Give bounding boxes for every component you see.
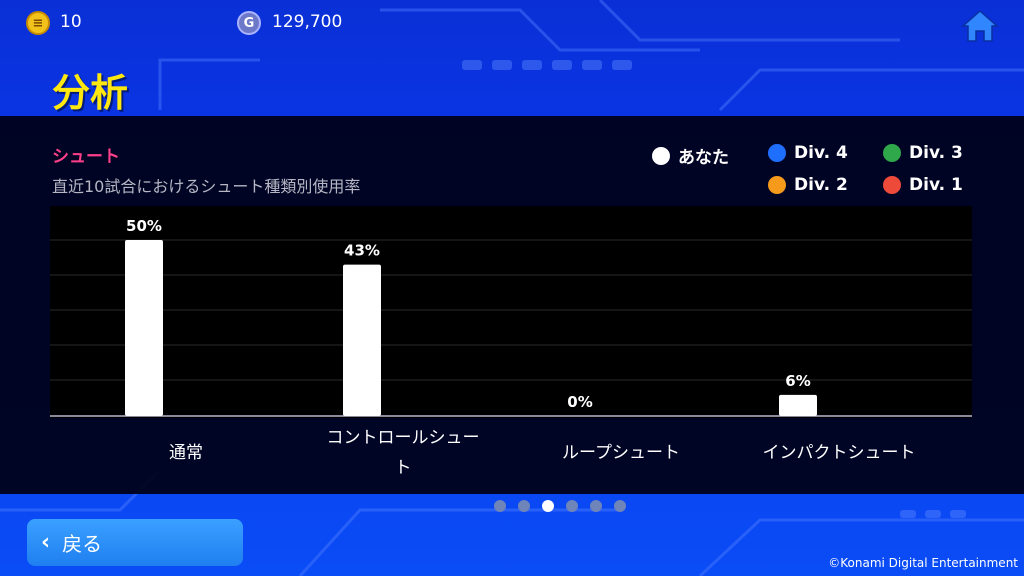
coin-count: 10 (60, 12, 82, 32)
pagination-dot[interactable] (566, 500, 578, 512)
section-subtitle: 直近10試合におけるシュート種類別使用率 (52, 177, 361, 196)
legend-item-div1: Div. 1 (883, 175, 963, 195)
pagination-dot[interactable] (614, 500, 626, 512)
chevron-left-icon: ‹ (41, 530, 51, 555)
pagination-dot[interactable] (542, 500, 554, 512)
bar-value-label: 50% (126, 217, 162, 235)
category-label: 通常 (169, 443, 203, 463)
bar (779, 394, 817, 416)
bar-value-label: 43% (344, 242, 380, 260)
section-title: シュート (52, 147, 120, 167)
bar-value-label: 6% (785, 372, 810, 390)
bar (343, 264, 381, 416)
legend-dot (883, 176, 901, 194)
bar-chart-svg: 50% 43% 0% 6% (50, 217, 972, 417)
legend-label: Div. 3 (909, 143, 963, 163)
back-button-label: 戻る (62, 532, 103, 556)
legend-label: Div. 4 (794, 143, 848, 163)
home-icon[interactable] (960, 8, 1000, 44)
category-label: ループシュート (562, 443, 680, 463)
yellow-coin-icon: ≡ (26, 11, 50, 35)
bar-value-label: 0% (567, 393, 592, 411)
bar-chart: 50% 43% 0% 6% (50, 206, 972, 418)
page-title: 分析 (52, 71, 129, 115)
legend-label: Div. 2 (794, 175, 848, 195)
legend-dot (652, 146, 670, 165)
legend-item-div4: Div. 4 (768, 143, 848, 163)
back-button[interactable]: ‹ 戻る (27, 519, 243, 566)
pagination-dot[interactable] (518, 500, 530, 512)
category-label: インパクトシュート (762, 443, 916, 463)
gold-count: 129,700 (272, 12, 343, 32)
pagination-dots (494, 500, 626, 512)
legend-dot (883, 144, 901, 162)
legend-label: Div. 1 (909, 175, 963, 195)
legend-dot (768, 144, 786, 162)
legend-label: あなた (678, 148, 729, 168)
bar (125, 240, 163, 416)
legend-item-div3: Div. 3 (883, 143, 963, 163)
pagination-dot[interactable] (590, 500, 602, 512)
pagination-dot[interactable] (494, 500, 506, 512)
legend-item-you: あなた (652, 143, 729, 168)
legend-item-div2: Div. 2 (768, 175, 848, 195)
copyright: ©Konami Digital Entertainment (828, 556, 1018, 570)
legend-dot (768, 176, 786, 194)
g-coin-icon: G (237, 11, 261, 35)
top-bar: ≡ 10 G 129,700 (0, 0, 1024, 46)
category-label: コントロールシュー ト (326, 428, 480, 478)
